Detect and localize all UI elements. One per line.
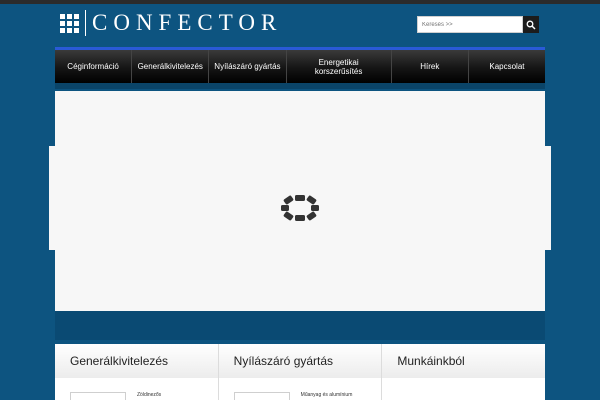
column-title: Generálkivitelezés [55,344,218,378]
site-logo[interactable]: CONFECTOR [60,10,282,36]
logo-text: CONFECTOR [92,10,283,35]
search-icon [526,20,536,30]
column-thumbnail[interactable] [233,392,290,400]
nav-item-kapcsolat[interactable]: Kapcsolat [469,50,545,83]
logo-divider [85,10,86,36]
column-thumbnail[interactable] [70,392,126,400]
content-band [55,311,545,340]
nav-item-nyilaszaro-gyartas[interactable]: Nyílászáró gyártás [209,50,287,83]
slider-next-button[interactable] [545,146,551,250]
search-button[interactable] [523,16,539,33]
nav-item-hirek[interactable]: Hírek [392,50,469,83]
nav-item-energetikai-korszerusites[interactable]: Energetikai korszerűsítés [287,50,392,83]
nav-item-generalkivitelezes[interactable]: Generálkivitelezés [132,50,210,83]
main-nav: Céginformáció Generálkivitelezés Nyílász… [55,47,545,83]
slider-prev-button[interactable] [49,146,55,250]
search-box [417,16,539,33]
nav-shadow [55,83,545,89]
nav-item-ceginformacio[interactable]: Céginformáció [55,50,133,83]
top-strip [0,0,600,4]
column-snippet: Műanyag és alumínium [300,392,353,398]
search-input[interactable] [417,16,523,33]
column-title: Munkáinkból [382,344,546,378]
column-nyilaszaro-gyartas: Nyílászáró gyártás Műanyag és alumínium [218,344,383,400]
column-title: Nyílászáró gyártás [218,344,382,378]
column-snippet: Zöldinezős [137,392,162,398]
column-munkainkbol: Munkáinkból [382,344,546,400]
loading-spinner-icon [281,195,319,221]
column-generalkivitelezes: Generálkivitelezés Zöldinezős [55,344,219,400]
feature-columns: Generálkivitelezés Zöldinezős Nyílászáró… [55,344,546,400]
logo-grid-icon [60,13,79,33]
